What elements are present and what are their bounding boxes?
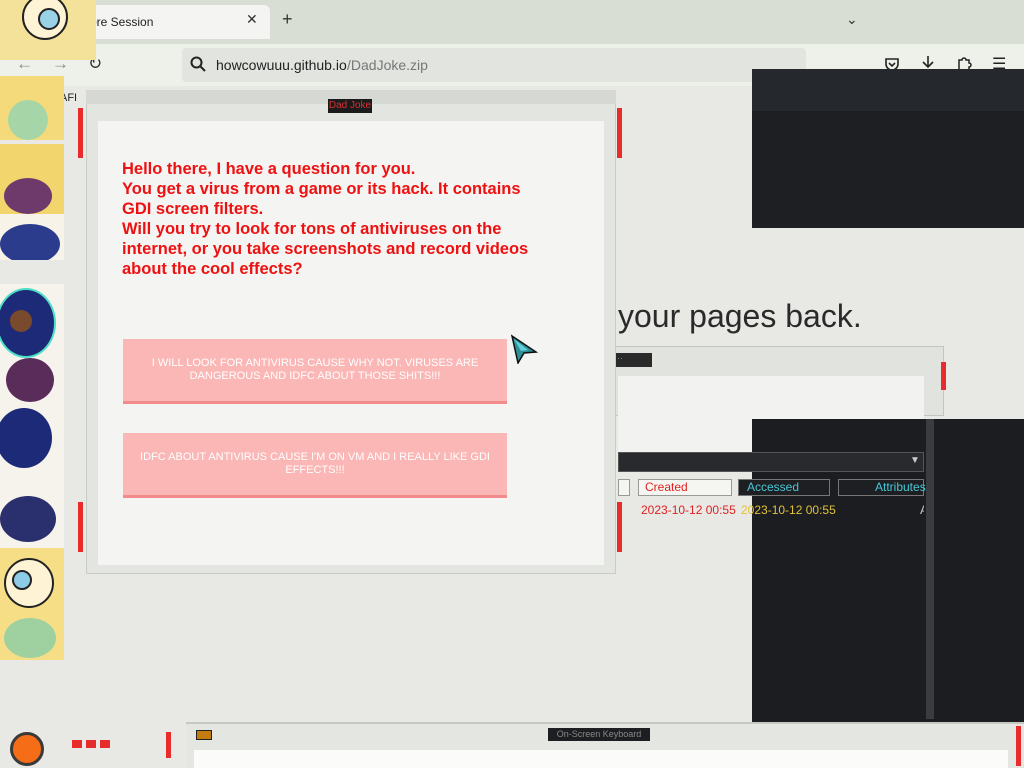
message-line: GDI screen filters. (122, 200, 264, 218)
character-sticker (0, 144, 64, 214)
character-sticker (0, 284, 64, 404)
character-sticker (0, 214, 64, 260)
keyboard-icon[interactable] (196, 730, 212, 740)
frame-red-accent (617, 108, 622, 158)
explorer-dropdown[interactable] (618, 452, 924, 472)
frame-red-accent (78, 108, 83, 158)
cell-created: 2023-10-12 00:55 (641, 503, 736, 517)
gdi-effects-choice-button[interactable]: IDFC ABOUT ANTIVIRUS CAUSE I'M ON VM AND… (123, 433, 507, 498)
scrollbar[interactable] (926, 419, 934, 719)
cell-accessed: 2023-10-12 00:55 (741, 503, 836, 517)
tab-list-chevron-icon[interactable]: ⌄ (846, 11, 858, 28)
character-sticker (0, 548, 64, 660)
message-line: internet, or you take screenshots and re… (122, 240, 529, 258)
antivirus-choice-button[interactable]: I WILL LOOK FOR ANTIVIRUS CAUSE WHY NOT.… (123, 339, 507, 404)
message-line: about the cool effects? (122, 260, 303, 278)
message-line: Hello there, I have a question for you. (122, 160, 416, 178)
cell-attributes: A (920, 503, 924, 517)
column-header-created[interactable]: Created (638, 479, 732, 496)
character-sticker-top (0, 0, 96, 60)
character-sticker (0, 404, 64, 490)
frame-red-accent (166, 732, 171, 758)
background-headline: your pages back. (618, 298, 862, 334)
column-header-partial[interactable] (618, 479, 630, 496)
joke-question-text: Hello there, I have a question for you. … (122, 159, 562, 279)
column-header-accessed[interactable]: Accessed (738, 479, 830, 496)
message-line: You get a virus from a game or its hack.… (122, 180, 521, 198)
keyboard-window-title: On-Screen Keyboard (548, 728, 650, 741)
frame-red-accent (72, 740, 114, 748)
keyboard-body (194, 750, 1008, 768)
new-tab-button[interactable]: + (282, 9, 293, 30)
column-header-attributes[interactable]: Attributes (838, 479, 926, 496)
frame-red-accent (941, 362, 946, 390)
url-path: /DadJoke.zip (347, 57, 428, 73)
url-host: howcowuuu.github.io (216, 57, 347, 73)
orb-button[interactable] (10, 732, 44, 766)
tab-title: ore Session (90, 15, 154, 29)
dropdown-arrow-icon[interactable]: ▼ (910, 455, 920, 466)
character-sticker (0, 490, 64, 548)
dark-window-header (752, 69, 1024, 111)
mouse-cursor-icon (510, 334, 539, 364)
frame-red-accent (617, 502, 622, 552)
dialog-title: Dad Joke (328, 99, 372, 113)
frame-red-accent (78, 502, 83, 552)
search-icon (190, 56, 206, 72)
tab-close-icon[interactable]: ✕ (246, 11, 258, 28)
message-line: Will you try to look for tons of antivir… (122, 220, 502, 238)
character-sticker (0, 76, 64, 140)
frame-red-accent (1016, 726, 1021, 766)
